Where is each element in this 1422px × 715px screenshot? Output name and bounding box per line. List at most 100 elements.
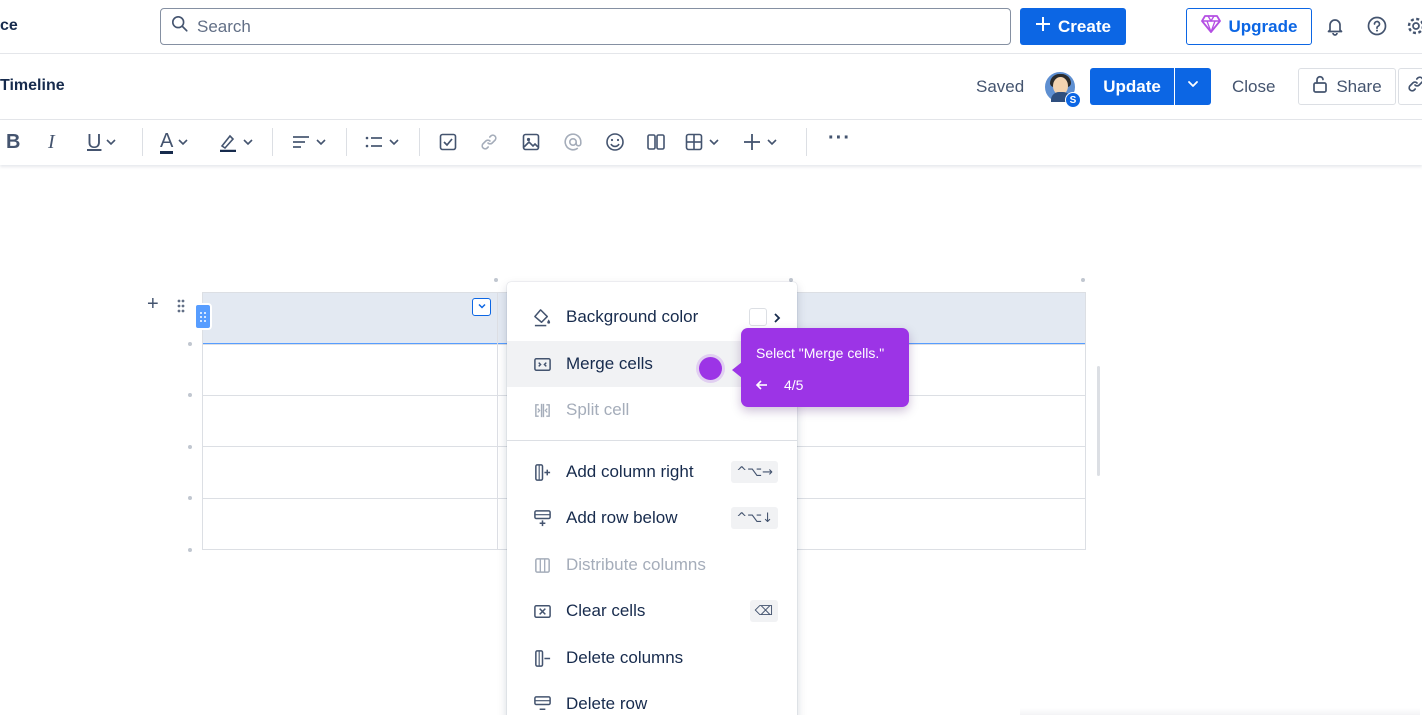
delete-row-icon <box>532 694 552 714</box>
chevron-right-icon <box>771 310 783 324</box>
table-icon <box>685 133 703 151</box>
chevron-down-icon <box>477 298 487 316</box>
chevron-down-icon <box>316 139 326 146</box>
settings-gear-icon[interactable] <box>1405 15 1422 37</box>
bold-icon: B <box>6 130 21 153</box>
mention-button[interactable] <box>563 130 583 154</box>
drag-handle-icon[interactable] <box>175 297 187 315</box>
text-color-button[interactable]: A <box>160 130 189 154</box>
bottom-shadow <box>1020 708 1420 715</box>
underline-button[interactable]: U <box>87 130 117 154</box>
alignment-button[interactable] <box>291 130 327 154</box>
create-button[interactable]: Create <box>1020 8 1126 45</box>
image-button[interactable] <box>521 130 541 154</box>
chevron-down-icon <box>106 139 117 146</box>
menu-item-label: Merge cells <box>566 354 653 373</box>
guide-hotspot[interactable] <box>699 357 722 380</box>
link-button[interactable] <box>479 130 499 154</box>
guide-step-counter: 4/5 <box>784 377 804 393</box>
notifications-icon[interactable] <box>1324 15 1346 37</box>
menu-item-distribute-columns[interactable]: Distribute columns <box>507 542 797 588</box>
list-icon <box>365 136 382 148</box>
column-insert-dot[interactable] <box>1081 278 1085 282</box>
more-button[interactable]: ··· <box>828 126 851 150</box>
underline-icon: U <box>87 130 102 153</box>
text-color-icon: A <box>160 129 174 154</box>
guide-tooltip: Select "Merge cells." 4/5 <box>732 328 909 407</box>
menu-item-add-column-right[interactable]: Add column right ^⌥→ <box>507 449 797 495</box>
upgrade-button[interactable]: Upgrade <box>1186 8 1312 45</box>
link-icon <box>1407 75 1422 98</box>
toolbar-divider <box>272 128 273 156</box>
chevron-down-icon <box>767 139 777 146</box>
update-button[interactable]: Update <box>1090 68 1174 105</box>
toolbar-divider <box>142 128 143 156</box>
scrollbar[interactable] <box>1097 366 1100 476</box>
split-cell-icon <box>532 400 552 420</box>
italic-icon: I <box>48 130 55 153</box>
guide-instruction: Select "Merge cells." <box>756 345 885 361</box>
row-insert-dot[interactable] <box>188 393 192 397</box>
add-row-plus-icon[interactable]: + <box>147 294 159 314</box>
keyboard-shortcut: ⌫ <box>749 600 778 622</box>
column-divider <box>497 292 498 550</box>
search-icon <box>171 15 189 38</box>
upgrade-label: Upgrade <box>1228 16 1298 36</box>
share-label: Share <box>1336 76 1382 96</box>
help-icon[interactable] <box>1366 15 1388 37</box>
keyboard-shortcut: ^⌥→ <box>731 461 778 483</box>
emoji-button[interactable] <box>605 130 625 154</box>
menu-item-add-row-below[interactable]: Add row below ^⌥↓ <box>507 495 797 541</box>
arrow-left-icon[interactable] <box>755 378 769 392</box>
menu-divider <box>507 440 797 441</box>
toolbar-divider <box>346 128 347 156</box>
column-insert-dot[interactable] <box>494 278 498 282</box>
italic-button[interactable]: I <box>48 130 55 154</box>
highlight-button[interactable] <box>218 130 254 154</box>
chevron-down-icon <box>178 139 188 146</box>
layouts-button[interactable] <box>646 130 666 154</box>
image-icon <box>522 133 540 151</box>
row-insert-dot[interactable] <box>188 496 192 500</box>
menu-item-label: Delete row <box>566 694 648 713</box>
menu-item-delete-row[interactable]: Delete row <box>507 681 797 715</box>
chevron-down-icon <box>709 139 719 146</box>
color-swatch <box>749 308 767 326</box>
app-name[interactable]: ce <box>0 17 18 35</box>
add-row-icon <box>532 508 552 528</box>
search-bar[interactable] <box>160 8 1011 45</box>
insert-button[interactable] <box>742 130 778 154</box>
page-title: Timeline <box>0 77 65 94</box>
avatar-badge: S <box>1065 92 1081 108</box>
toolbar-divider <box>419 128 420 156</box>
merge-cells-icon <box>532 354 552 374</box>
chevron-down-icon <box>389 139 399 146</box>
menu-item-clear-cells[interactable]: Clear cells ⌫ <box>507 588 797 634</box>
list-button[interactable] <box>364 130 400 154</box>
more-icon: ··· <box>828 126 851 149</box>
close-button[interactable]: Close <box>1232 77 1275 97</box>
row-selector-handle[interactable] <box>194 303 212 330</box>
link-icon <box>481 134 497 150</box>
bold-button[interactable]: B <box>6 130 20 154</box>
unlock-icon <box>1312 75 1328 98</box>
table-button[interactable] <box>684 130 720 154</box>
row-insert-dot[interactable] <box>188 548 192 552</box>
menu-item-label: Add column right <box>566 462 694 481</box>
row-insert-dot[interactable] <box>188 342 192 346</box>
copy-link-button[interactable] <box>1398 68 1422 105</box>
insert-icon <box>744 134 760 150</box>
search-input[interactable] <box>197 16 957 37</box>
user-avatar[interactable]: S <box>1043 70 1081 108</box>
task-button[interactable] <box>438 130 458 154</box>
menu-item-label: Clear cells <box>566 601 646 620</box>
cell-options-button[interactable] <box>472 298 491 316</box>
menu-item-label: Split cell <box>566 400 630 419</box>
paint-bucket-icon <box>532 307 552 327</box>
menu-item-delete-columns[interactable]: Delete columns <box>507 635 797 681</box>
update-options-button[interactable] <box>1175 68 1211 105</box>
row-insert-dot[interactable] <box>188 445 192 449</box>
emoji-icon <box>606 133 624 151</box>
menu-item-label: Add row below <box>566 508 678 527</box>
share-button[interactable]: Share <box>1298 68 1396 105</box>
